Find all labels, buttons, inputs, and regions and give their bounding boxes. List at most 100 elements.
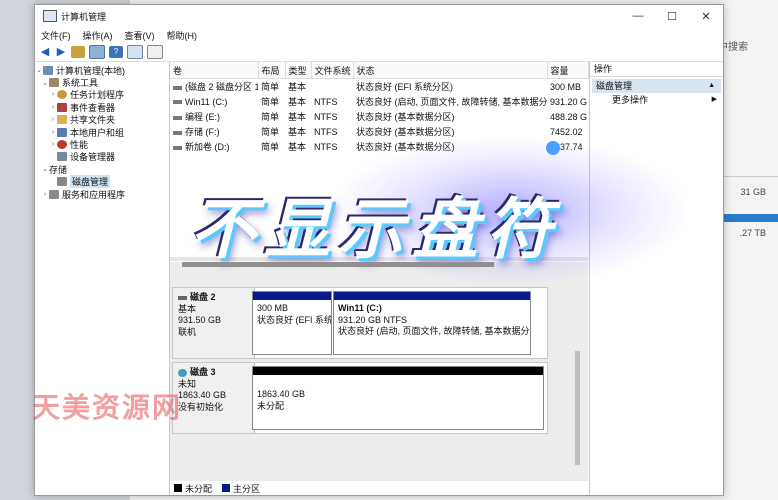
unallocated-swatch: [174, 484, 182, 492]
volume-name: (磁盘 2 磁盘分区 1): [185, 82, 258, 92]
more-actions[interactable]: 更多操作 ▶: [590, 93, 723, 107]
disk-map-scrollbar[interactable]: [575, 351, 580, 465]
expand-icon[interactable]: ›: [49, 116, 57, 123]
partition-win11[interactable]: Win11 (C:) 931.20 GB NTFS 状态良好 (启动, 页面文件…: [333, 291, 531, 355]
filesystem-cell: NTFS: [314, 141, 338, 152]
actions-group-disk-management[interactable]: 磁盘管理 ▲: [592, 79, 721, 93]
table-row[interactable]: 编程 (E:) 简单 基本 NTFS 状态良好 (基本数据分区) 488.28 …: [170, 109, 588, 124]
collapse-icon[interactable]: ⌄: [35, 66, 43, 74]
actions-header: 操作: [590, 62, 723, 77]
submenu-arrow-icon: ▶: [711, 96, 717, 103]
column-header-type[interactable]: 类型: [285, 62, 312, 79]
expand-icon[interactable]: ›: [49, 129, 57, 136]
up-folder-icon[interactable]: [71, 46, 85, 58]
disk-row-2[interactable]: 磁盘 2 基本 931.50 GB 联机 300 MB 状态良好 (EFI 系统…: [172, 287, 548, 359]
back-arrow-icon[interactable]: ◀: [39, 46, 51, 58]
minimize-button[interactable]: —: [621, 10, 655, 23]
collapse-icon[interactable]: ⌄: [41, 79, 49, 87]
menu-view[interactable]: 查看(V): [125, 29, 155, 42]
disk-size: 1863.40 GB: [178, 390, 227, 400]
close-button[interactable]: ✕: [689, 10, 723, 23]
table-row[interactable]: Win11 (C:) 简单 基本 NTFS 状态良好 (启动, 页面文件, 故障…: [170, 94, 588, 109]
disk-row-3[interactable]: 磁盘 3 未知 1863.40 GB 没有初始化 1863.40 GB 未分配: [172, 362, 548, 434]
pane-splitter[interactable]: [170, 257, 588, 261]
menu-help[interactable]: 帮助(H): [167, 29, 198, 42]
tree-device-manager[interactable]: 设备管理器: [35, 151, 169, 163]
disk-icon: [57, 177, 67, 187]
filesystem-cell: [311, 79, 353, 95]
table-row[interactable]: 存储 (F:) 简单 基本 NTFS 状态良好 (基本数据分区) 7452.02: [170, 124, 588, 139]
disk-size: 931.50 GB: [178, 315, 222, 325]
forward-arrow-icon[interactable]: ▶: [55, 46, 67, 58]
tree-performance[interactable]: › 性能: [35, 138, 169, 150]
watermark: 天美资源网: [32, 392, 183, 423]
menu-action[interactable]: 操作(A): [83, 29, 113, 42]
properties-icon[interactable]: [127, 45, 143, 59]
partition-status: 状态良好 (启动, 页面文件, 故障转储, 基本数据分区): [338, 326, 530, 336]
volume-cell: Win11 (C:): [170, 94, 258, 109]
capacity-cell: 7452.02: [550, 126, 583, 137]
tree-shared-folders[interactable]: › 共享文件夹: [35, 114, 169, 126]
menu-file[interactable]: 文件(F): [41, 29, 71, 42]
tools-icon: [49, 78, 59, 88]
tree-event-viewer[interactable]: › 事件查看器: [35, 101, 169, 113]
status-cell: 状态良好 (基本数据分区): [356, 127, 455, 137]
column-header-volume[interactable]: 卷: [170, 62, 259, 79]
action-pane-icon[interactable]: [147, 45, 163, 59]
column-header-filesystem[interactable]: 文件系统: [311, 62, 354, 79]
table-row[interactable]: 新加卷 (D:) 简单 基本 NTFS 状态良好 (基本数据分区) 3237.7…: [170, 139, 588, 154]
column-header-layout[interactable]: 布局: [258, 62, 286, 79]
partition-title: Win11 (C:): [338, 303, 382, 313]
tree-disk-management[interactable]: 磁盘管理: [35, 175, 169, 189]
clock-icon: [57, 90, 67, 100]
column-header-status[interactable]: 状态: [353, 62, 548, 79]
layout-cell: 简单: [261, 142, 280, 152]
type-cell: 基本: [288, 112, 307, 122]
disk-info: 磁盘 3 未知 1863.40 GB 没有初始化: [173, 363, 255, 433]
type-cell: 基本: [288, 127, 307, 137]
volume-cell: 存储 (F:): [170, 124, 258, 139]
volume-cell: 编程 (E:): [170, 109, 258, 124]
expand-icon[interactable]: ›: [49, 104, 57, 111]
tree-task-scheduler[interactable]: › 任务计划程序: [35, 89, 169, 101]
tree-services[interactable]: › 服务和应用程序: [35, 188, 169, 200]
tree-system-tools[interactable]: ⌄ 系统工具: [35, 76, 169, 88]
layout-cell: 简单: [261, 82, 280, 92]
volume-icon: [173, 100, 182, 105]
tree-local-users[interactable]: › 本地用户和组: [35, 126, 169, 138]
expand-icon[interactable]: ›: [49, 91, 57, 98]
show-hide-tree-icon[interactable]: [89, 45, 105, 59]
status-cell: 状态良好 (基本数据分区): [356, 112, 455, 122]
collapse-icon[interactable]: ⌄: [41, 165, 49, 173]
expand-icon[interactable]: ›: [41, 191, 49, 198]
capacity-cell: 488.28 G: [550, 111, 588, 122]
performance-icon: [57, 140, 67, 150]
partition-status: 状态良好 (EFI 系统分: [257, 314, 331, 325]
collapse-up-icon[interactable]: ▲: [708, 79, 715, 93]
expand-icon[interactable]: ›: [49, 141, 57, 148]
table-row[interactable]: (磁盘 2 磁盘分区 1) 简单 基本 状态良好 (EFI 系统分区) 300 …: [170, 79, 588, 95]
disk-info: 磁盘 2 基本 931.50 GB 联机: [173, 288, 255, 358]
capacity-cell: 931.20 G: [550, 96, 588, 107]
tree-root[interactable]: ⌄ 计算机管理(本地): [35, 64, 169, 76]
volume-icon: [173, 85, 182, 90]
status-cell: 状态良好 (启动, 页面文件, 故障转储, 基本数据分区): [356, 97, 547, 107]
volume-cell: (磁盘 2 磁盘分区 1): [170, 79, 258, 95]
computer-icon: [43, 65, 53, 75]
layout-cell: 简单: [261, 127, 280, 137]
column-header-capacity[interactable]: 容量: [547, 62, 589, 79]
filesystem-cell: NTFS: [314, 126, 338, 137]
title-bar[interactable]: 计算机管理 — ☐ ✕: [35, 5, 723, 27]
disk-management-pane: 卷 布局 类型 文件系统 状态 容量 (磁盘 2 磁盘分区 1) 简单 基本 状…: [170, 62, 589, 495]
volume-table: 卷 布局 类型 文件系统 状态 容量 (磁盘 2 磁盘分区 1) 简单 基本 状…: [170, 62, 589, 154]
navigation-tree: ⌄ 计算机管理(本地) ⌄ 系统工具 › 任务计划程序 › 事件查看器 › 共享文件夹 ›…: [35, 62, 170, 495]
tree-storage[interactable]: ⌄ 存储: [35, 163, 169, 175]
partition-efi[interactable]: 300 MB 状态良好 (EFI 系统分: [252, 291, 332, 355]
maximize-button[interactable]: ☐: [655, 10, 689, 23]
event-log-icon: [57, 102, 67, 112]
help-icon[interactable]: ?: [109, 46, 123, 58]
device-manager-icon: [57, 152, 67, 162]
partition-unallocated[interactable]: 1863.40 GB 未分配: [252, 366, 544, 430]
partition-status: 未分配: [257, 400, 285, 411]
type-cell: 基本: [288, 97, 307, 107]
